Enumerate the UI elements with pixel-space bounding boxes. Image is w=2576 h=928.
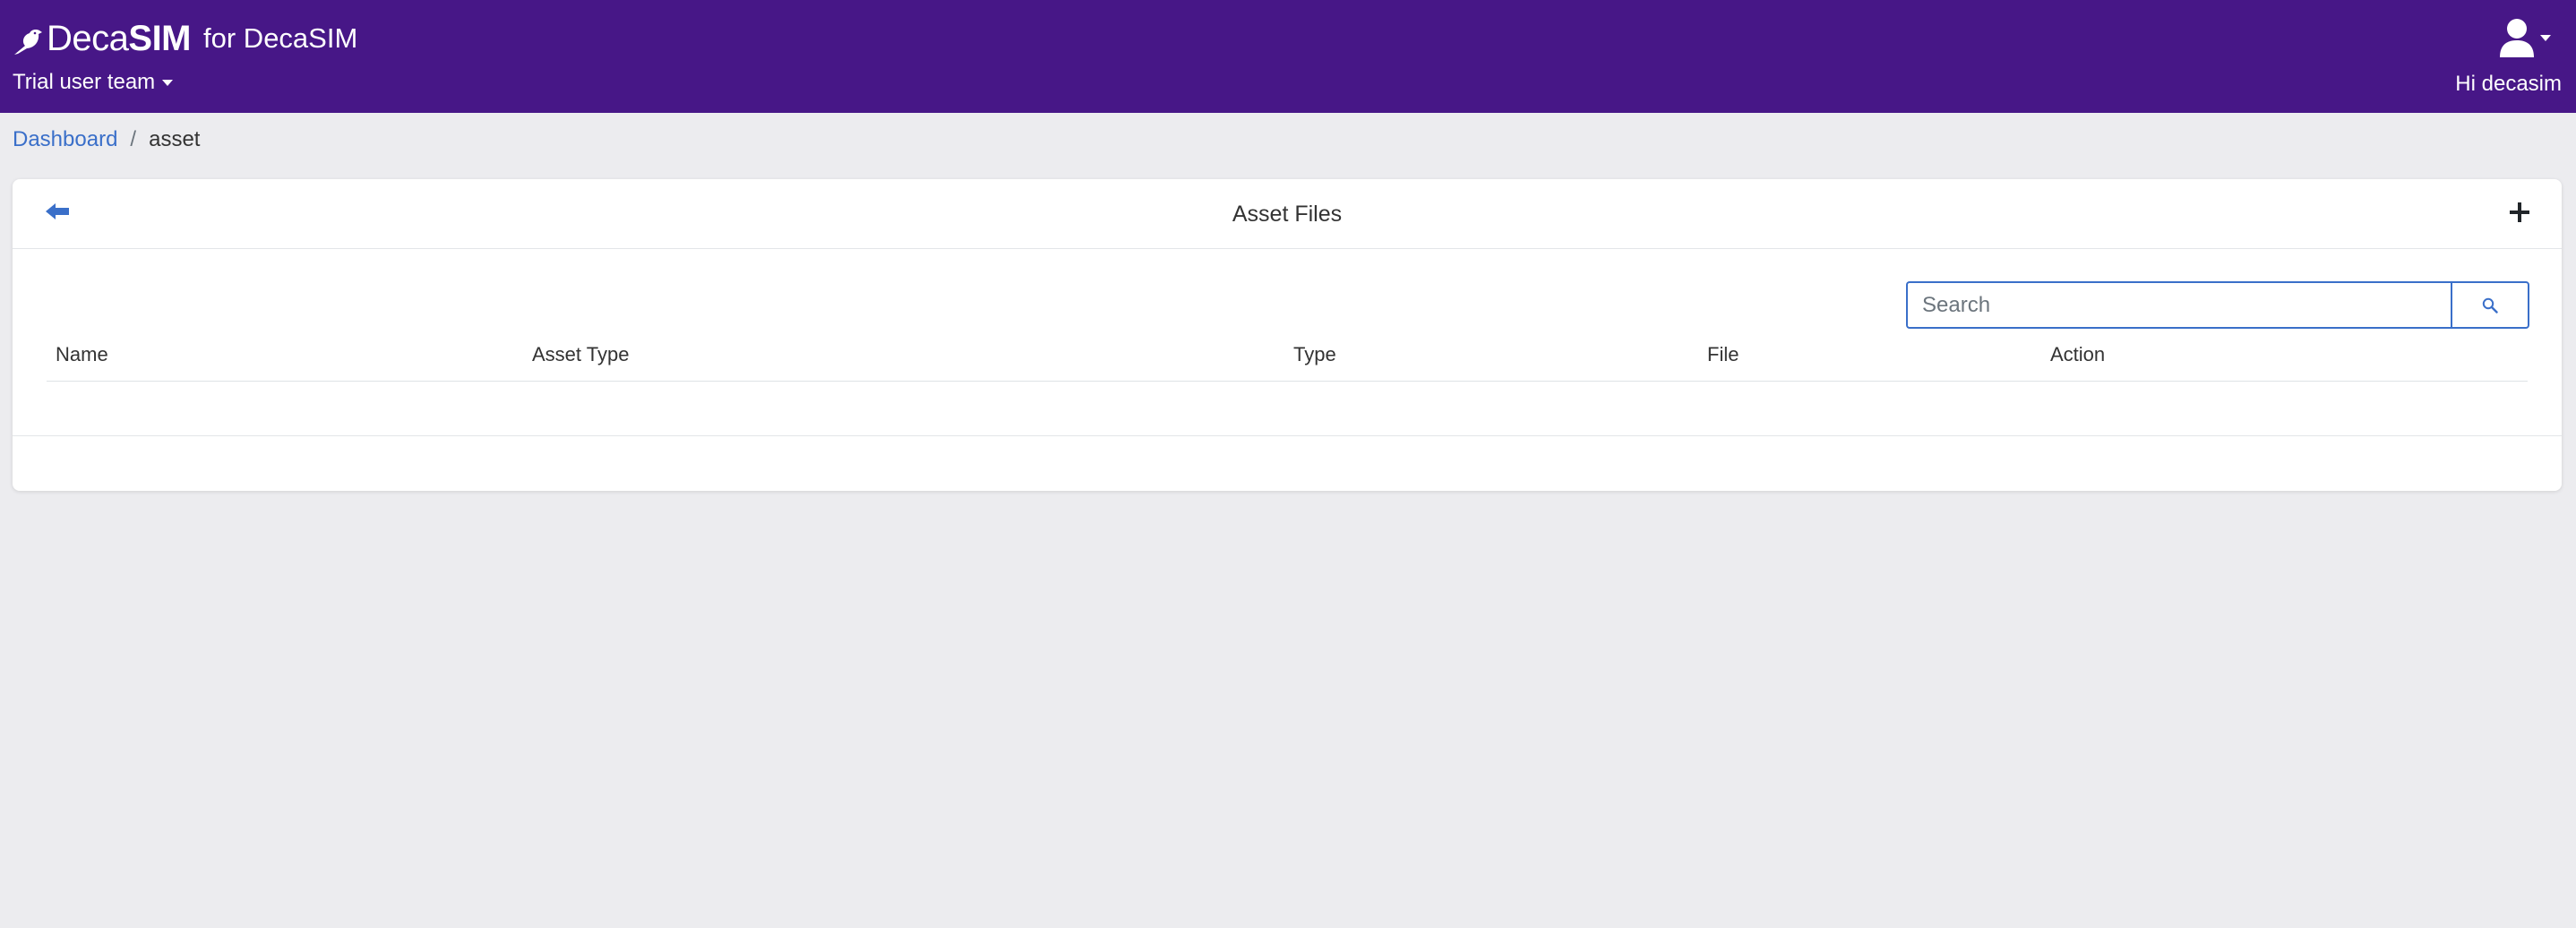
column-header-action: Action bbox=[2050, 343, 2106, 365]
plus-icon bbox=[2510, 202, 2529, 222]
caret-down-icon bbox=[2540, 34, 2551, 41]
logo-text: DecaSIM bbox=[47, 16, 192, 61]
team-selector[interactable]: Trial user team bbox=[13, 66, 174, 99]
column-header-file[interactable]: File bbox=[1707, 336, 1739, 381]
top-navbar: DecaSIM for DecaSIM Trial user team Hi d… bbox=[0, 0, 2576, 113]
card-header: Asset Files bbox=[13, 179, 2562, 249]
breadcrumb-current: asset bbox=[149, 127, 201, 151]
breadcrumb-dashboard-link[interactable]: Dashboard bbox=[13, 127, 117, 152]
logo-bold-part: SIM bbox=[128, 19, 192, 58]
column-header-asset-type[interactable]: Asset Type bbox=[532, 336, 629, 381]
card-title: Asset Files bbox=[1232, 202, 1343, 227]
search-group bbox=[1906, 281, 2529, 329]
arrow-left-icon bbox=[46, 203, 69, 219]
brand-suffix: for DecaSIM bbox=[203, 22, 358, 54]
team-selector-label: Trial user team bbox=[13, 70, 156, 94]
user-greeting: Hi decasim bbox=[2455, 72, 2562, 96]
breadcrumb-separator: / bbox=[130, 127, 137, 151]
user-menu-toggle[interactable] bbox=[2499, 16, 2551, 59]
user-icon bbox=[2500, 19, 2534, 57]
logo-light-part: Deca bbox=[47, 19, 129, 58]
column-header-name[interactable]: Name bbox=[56, 336, 108, 381]
search-input[interactable] bbox=[1906, 281, 2451, 329]
asset-files-card: Asset Files Name Asset Type Type File Ac… bbox=[13, 179, 2562, 491]
search-icon bbox=[2482, 297, 2498, 314]
column-header-type[interactable]: Type bbox=[1293, 336, 1336, 381]
card-footer bbox=[13, 435, 2562, 491]
table-header: Name Asset Type Type File Action bbox=[47, 336, 2528, 382]
search-button[interactable] bbox=[2451, 281, 2529, 329]
brand[interactable]: DecaSIM for DecaSIM bbox=[13, 16, 357, 61]
breadcrumb: Dashboard / asset bbox=[13, 125, 200, 154]
back-button[interactable] bbox=[43, 197, 72, 226]
caret-down-icon bbox=[162, 79, 174, 86]
add-asset-button[interactable] bbox=[2504, 197, 2535, 228]
bird-icon bbox=[14, 30, 42, 55]
